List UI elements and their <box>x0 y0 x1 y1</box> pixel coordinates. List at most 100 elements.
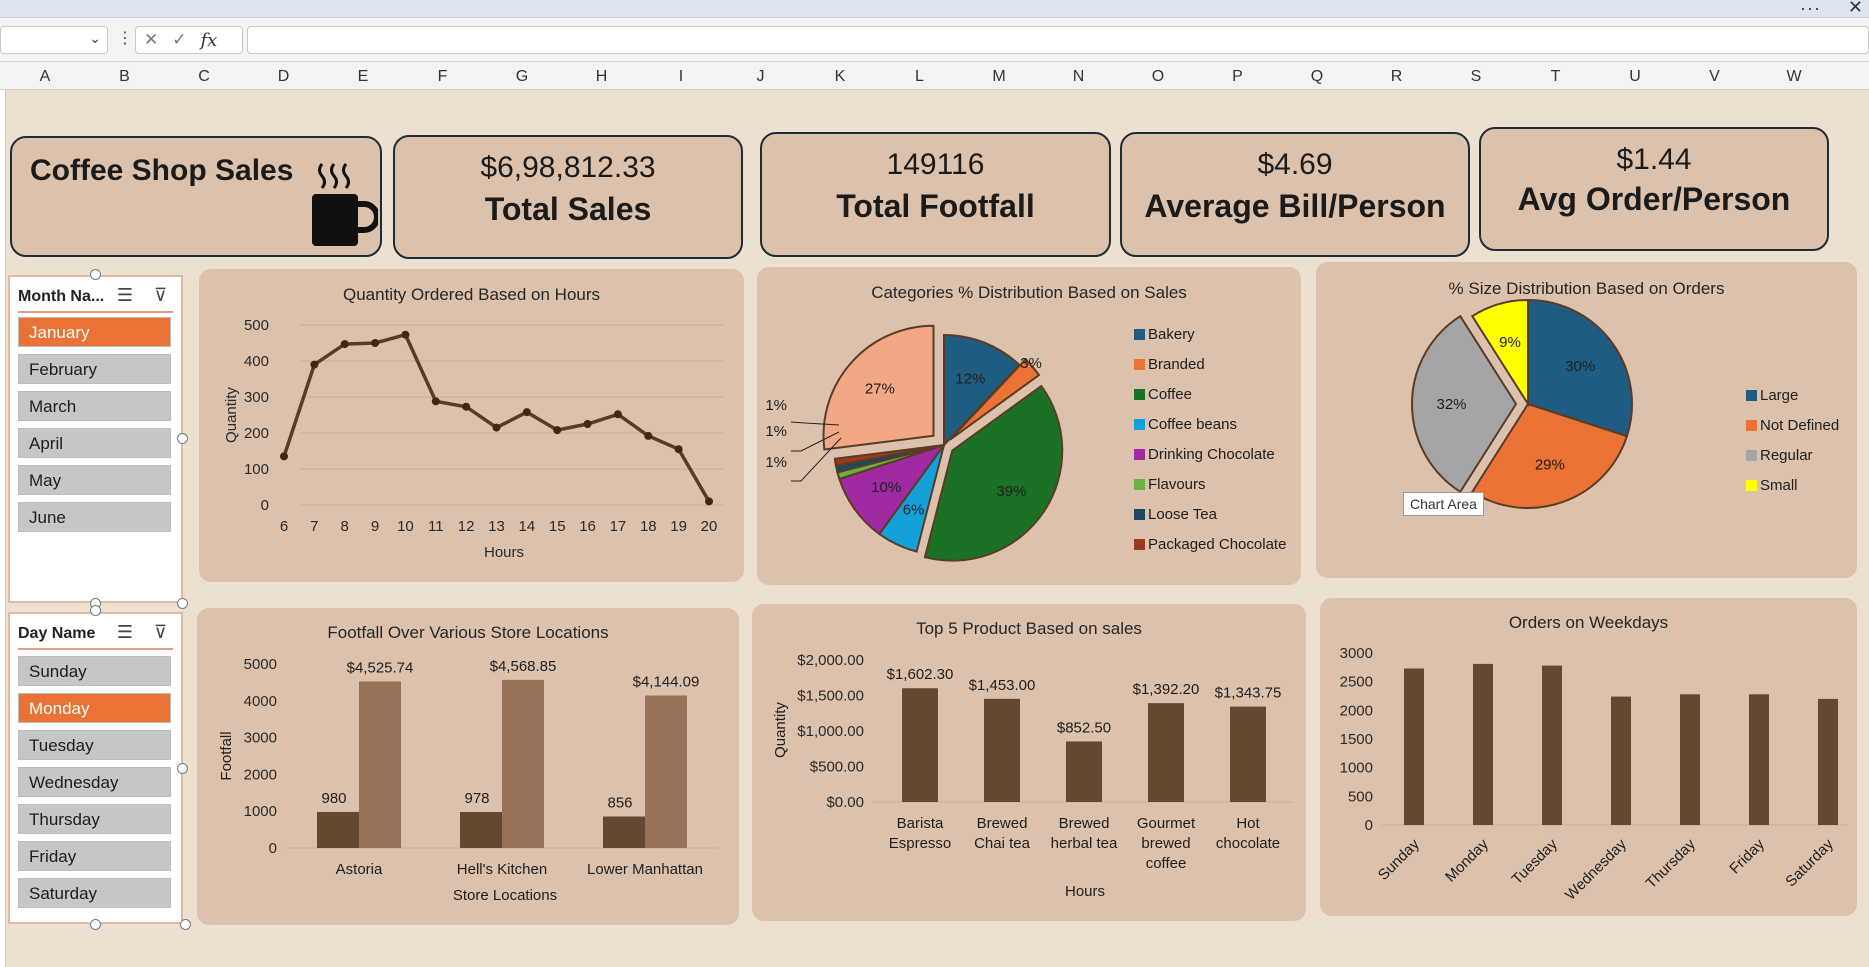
column-header[interactable]: J <box>741 68 781 86</box>
y-tick-label: 0 <box>261 497 269 514</box>
multi-select-icon[interactable]: ☰ <box>117 622 133 643</box>
slicer-item[interactable]: Thursday <box>18 804 171 834</box>
column-header[interactable]: E <box>343 68 383 86</box>
column-header[interactable]: G <box>502 68 542 86</box>
data-point <box>431 397 440 406</box>
y-tick-label: 1000 <box>244 803 277 820</box>
kpi-total-sales[interactable]: $6,98,812.33 Total Sales <box>393 135 743 259</box>
title-card[interactable]: Coffee Shop Sales <box>10 136 382 257</box>
legend-swatch <box>1746 480 1757 491</box>
close-icon[interactable]: ✕ <box>1848 0 1863 18</box>
column-header[interactable]: Q <box>1297 68 1337 86</box>
column-header[interactable]: H <box>582 68 622 86</box>
column-header[interactable]: W <box>1774 68 1814 86</box>
slicer-item[interactable]: June <box>18 502 171 532</box>
column-header[interactable]: L <box>900 68 940 86</box>
slicer-item[interactable]: Wednesday <box>18 767 171 797</box>
chart-svg: $0.00 $500.00 $1,000.00 $1,500.00 $2,000.00 $… <box>772 652 1292 900</box>
column-header[interactable]: U <box>1615 68 1655 86</box>
slicer-item[interactable]: Sunday <box>18 656 171 686</box>
data-point <box>674 445 683 454</box>
slicer-item[interactable]: March <box>18 391 171 421</box>
month-slicer[interactable]: Month Na... ☰ ⊽ January February March Apri… <box>8 275 183 603</box>
resize-handle[interactable] <box>177 598 188 609</box>
clear-filter-icon[interactable]: ⊽ <box>154 622 167 643</box>
slicer-item[interactable]: May <box>18 465 171 495</box>
slicer-item[interactable]: Monday <box>18 693 171 723</box>
resize-handle[interactable] <box>90 605 101 616</box>
slicer-item[interactable]: April <box>18 428 171 458</box>
slicer-item[interactable]: Friday <box>18 841 171 871</box>
legend-label: Branded <box>1148 356 1205 373</box>
column-header[interactable]: T <box>1536 68 1576 86</box>
column-header[interactable]: K <box>820 68 860 86</box>
column-header[interactable]: F <box>423 68 463 86</box>
resize-handle[interactable] <box>177 763 188 774</box>
data-point <box>553 426 562 435</box>
kpi-avg-order[interactable]: $1.44 Avg Order/Person <box>1479 127 1829 251</box>
multi-select-icon[interactable]: ☰ <box>117 285 133 306</box>
kpi-average-bill[interactable]: $4.69 Average Bill/Person <box>1120 132 1470 257</box>
column-header[interactable]: M <box>979 68 1019 86</box>
column-header[interactable]: S <box>1456 68 1496 86</box>
column-header[interactable]: A <box>25 68 65 86</box>
chart-top5-products[interactable]: Top 5 Product Based on sales $0.00 $500.0… <box>752 604 1306 921</box>
insert-function-icon[interactable]: fx <box>201 30 218 51</box>
slice-label: 30% <box>1565 358 1595 375</box>
slice-label: 32% <box>1437 396 1467 413</box>
chart-orders-weekdays[interactable]: Orders on Weekdays 0 500 1000 1500 2000 2500 3… <box>1320 598 1857 916</box>
clear-filter-icon[interactable]: ⊽ <box>154 285 167 306</box>
formula-input[interactable] <box>247 26 1869 54</box>
chart-size-pie[interactable]: % Size Distribution Based on Orders 30% 2… <box>1316 262 1857 578</box>
resize-handle[interactable] <box>180 919 191 930</box>
resize-handle[interactable] <box>90 919 101 930</box>
y-tick-label: 200 <box>244 425 269 442</box>
column-header[interactable]: R <box>1377 68 1417 86</box>
x-tick-label: herbal tea <box>1051 835 1118 852</box>
chart-categories-pie[interactable]: Categories % Distribution Based on Sales… <box>757 267 1301 585</box>
x-tick-label: chocolate <box>1216 835 1280 852</box>
column-header[interactable]: V <box>1695 68 1735 86</box>
x-tick-label: 12 <box>458 518 475 535</box>
slicer-item[interactable]: Tuesday <box>18 730 171 760</box>
legend-label: Flavours <box>1148 476 1206 493</box>
legend-swatch <box>1134 539 1145 550</box>
check-icon[interactable]: ✓ <box>172 30 186 50</box>
slice-label: 27% <box>865 380 895 397</box>
column-header[interactable]: O <box>1138 68 1178 86</box>
slicer-item[interactable]: January <box>18 317 171 347</box>
column-header[interactable]: C <box>184 68 224 86</box>
more-options-icon[interactable]: ··· <box>1800 0 1821 19</box>
y-tick-label: 400 <box>244 353 269 370</box>
column-header[interactable]: N <box>1059 68 1099 86</box>
column-header[interactable]: B <box>105 68 145 86</box>
kpi-total-footfall[interactable]: 149116 Total Footfall <box>760 132 1111 257</box>
bar <box>603 816 645 848</box>
slicer-item[interactable]: February <box>18 354 171 384</box>
column-header[interactable]: D <box>264 68 304 86</box>
chart-svg: 0 500 1000 1500 2000 2500 3000 Sunday Monday Tues… <box>1340 645 1848 904</box>
x-tick-label: Hot <box>1236 815 1260 832</box>
x-tick-label: 20 <box>701 518 718 535</box>
day-slicer[interactable]: Day Name ☰ ⊽ Sunday Monday Tuesday Wednesda… <box>8 612 183 924</box>
chart-svg: 12% 39% 6%10% 27% 3% 1% 1% 1% Bakery Branded Coffe… <box>765 324 1286 562</box>
resize-handle[interactable] <box>177 433 188 444</box>
vertical-dots-icon[interactable]: ⋮ <box>117 28 133 48</box>
y-tick-label: 1500 <box>1340 731 1373 748</box>
chevron-down-icon[interactable]: ⌄ <box>89 30 101 47</box>
slicer-item[interactable]: Saturday <box>18 878 171 908</box>
cancel-icon[interactable]: ✕ <box>144 30 158 50</box>
column-header[interactable]: I <box>661 68 701 86</box>
y-axis-title: Footfall <box>218 731 235 780</box>
x-tick-label: 10 <box>397 518 414 535</box>
column-header[interactable]: P <box>1218 68 1258 86</box>
x-tick-label: 18 <box>640 518 657 535</box>
slice-label: 1% <box>765 423 787 440</box>
x-tick-label: Brewed <box>1059 815 1110 832</box>
name-box[interactable]: ⌄ <box>0 26 108 54</box>
y-tick-label: 2500 <box>1340 674 1373 691</box>
resize-handle[interactable] <box>90 269 101 280</box>
chart-quantity-by-hours[interactable]: Quantity Ordered Based on Hours 0 100 200 3… <box>199 269 744 582</box>
chart-svg: 30% 29% 32% 9% Large Not Defined Regular Small <box>1411 298 1839 509</box>
chart-footfall-locations[interactable]: Footfall Over Various Store Locations 01… <box>197 608 739 925</box>
